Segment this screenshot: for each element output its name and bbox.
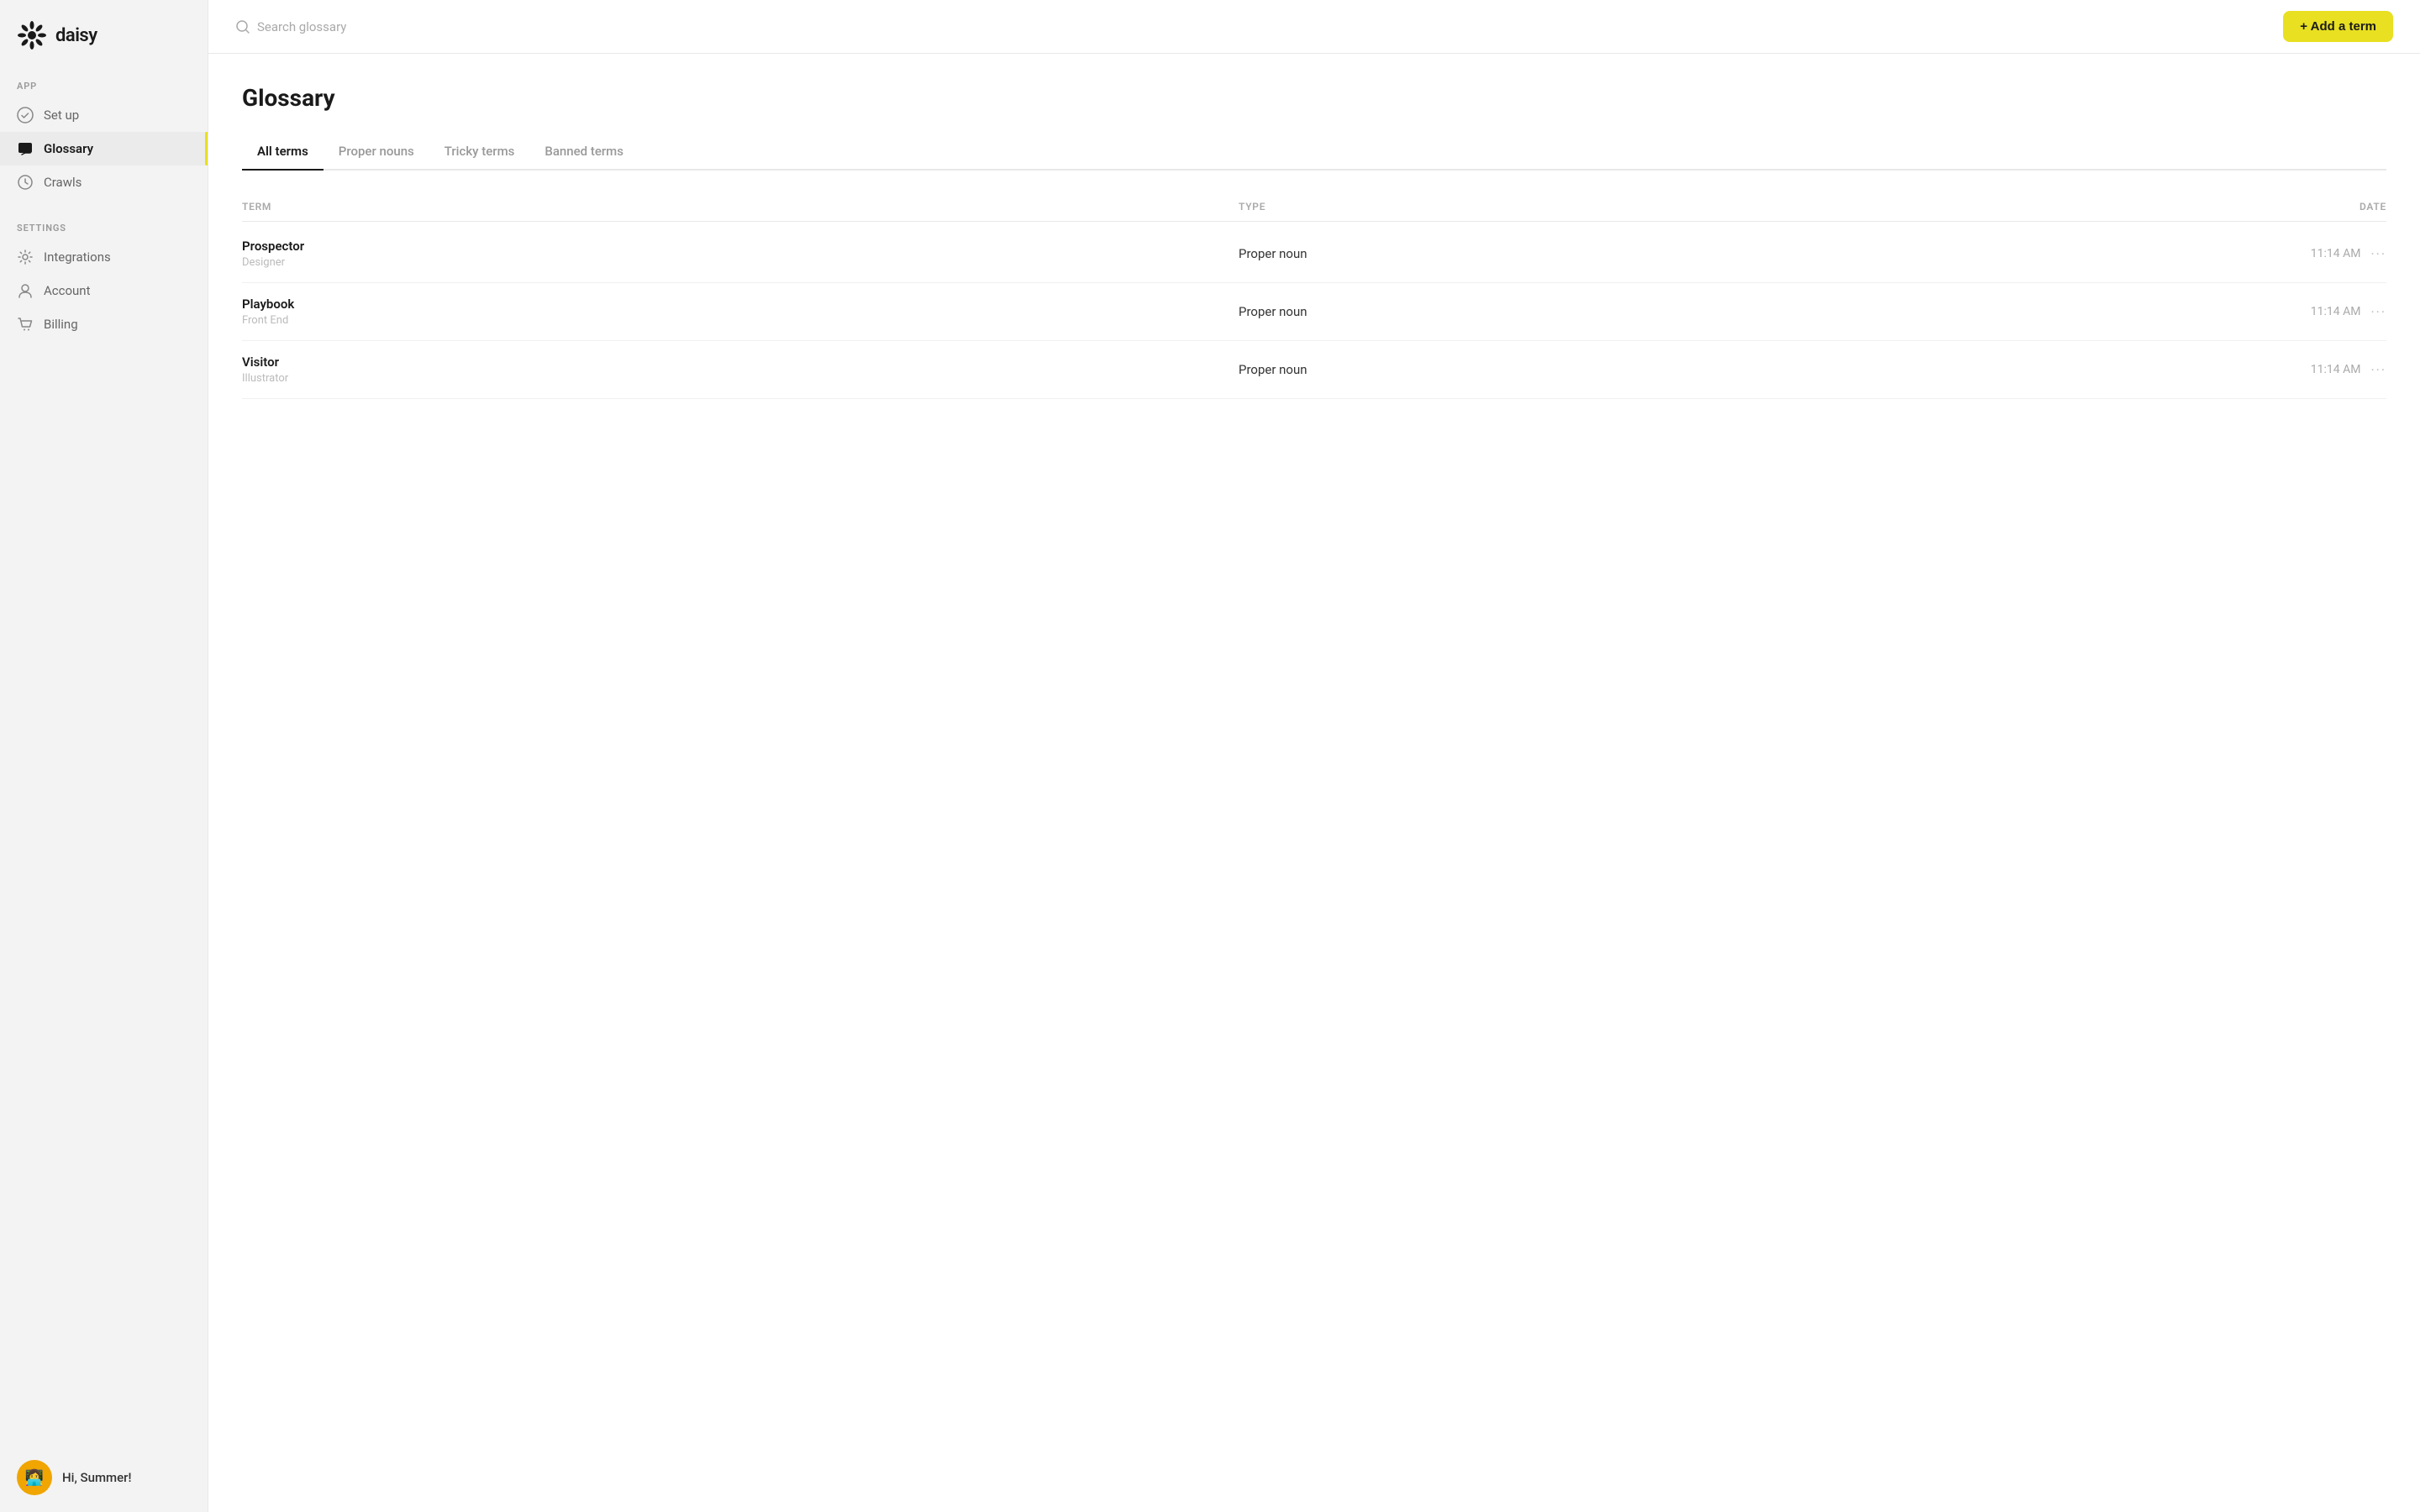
term-cell: Visitor Illustrator xyxy=(242,354,1239,385)
sidebar-item-account[interactable]: Account xyxy=(0,274,208,307)
col-header-date: DATE xyxy=(2235,201,2386,213)
table-row: Visitor Illustrator Proper noun 11:14 AM… xyxy=(242,341,2386,399)
sidebar-item-glossary[interactable]: Glossary xyxy=(0,132,208,165)
term-date: 11:14 AM xyxy=(2311,247,2361,260)
term-cell: Prospector Designer xyxy=(242,239,1239,269)
page-content: Glossary All terms Proper nouns Tricky t… xyxy=(208,54,2420,1512)
sidebar-item-label-account: Account xyxy=(44,283,91,298)
add-term-button[interactable]: + Add a term xyxy=(2283,11,2393,42)
sidebar-item-label-integrations: Integrations xyxy=(44,249,111,265)
topbar: Search glossary + Add a term xyxy=(208,0,2420,54)
table-body: Prospector Designer Proper noun 11:14 AM… xyxy=(242,225,2386,399)
more-options-icon[interactable]: ··· xyxy=(2370,246,2386,262)
settings-section-label: SETTINGS xyxy=(0,209,208,240)
daisy-logo-icon xyxy=(17,20,47,50)
app-section-label: APP xyxy=(0,67,208,98)
search-icon xyxy=(235,19,250,34)
sidebar-item-crawls[interactable]: Crawls xyxy=(0,165,208,199)
more-options-icon[interactable]: ··· xyxy=(2370,304,2386,320)
user-profile: 👩‍💻 Hi, Summer! xyxy=(0,1443,208,1512)
more-options-icon[interactable]: ··· xyxy=(2370,362,2386,378)
clock-icon xyxy=(17,174,34,191)
page-title: Glossary xyxy=(242,84,2386,112)
term-date-cell: 11:14 AM ··· xyxy=(2235,304,2386,320)
term-name: Visitor xyxy=(242,354,1239,370)
term-type: Proper noun xyxy=(1239,304,2235,319)
logo-text: daisy xyxy=(55,25,97,46)
sidebar-item-setup[interactable]: Set up xyxy=(0,98,208,132)
tab-tricky-terms[interactable]: Tricky terms xyxy=(429,135,530,171)
user-greeting: Hi, Summer! xyxy=(62,1470,131,1485)
tab-banned-terms[interactable]: Banned terms xyxy=(529,135,639,171)
term-date-cell: 11:14 AM ··· xyxy=(2235,362,2386,378)
term-type: Proper noun xyxy=(1239,362,2235,377)
sidebar-item-label-billing: Billing xyxy=(44,317,78,332)
term-subtitle: Front End xyxy=(242,314,1239,327)
table-row: Prospector Designer Proper noun 11:14 AM… xyxy=(242,225,2386,283)
term-type: Proper noun xyxy=(1239,246,2235,261)
term-subtitle: Illustrator xyxy=(242,372,1239,385)
sidebar-item-label-setup: Set up xyxy=(44,108,79,123)
sidebar-item-label-crawls: Crawls xyxy=(44,175,82,190)
sidebar-item-label-glossary: Glossary xyxy=(44,141,93,156)
term-cell: Playbook Front End xyxy=(242,297,1239,327)
sidebar-item-billing[interactable]: Billing xyxy=(0,307,208,341)
term-date: 11:14 AM xyxy=(2311,305,2361,318)
table-header: TERM TYPE DATE xyxy=(242,194,2386,222)
term-date: 11:14 AM xyxy=(2311,363,2361,376)
col-header-type: TYPE xyxy=(1239,201,2235,213)
gear-icon xyxy=(17,249,34,265)
tab-proper-nouns[interactable]: Proper nouns xyxy=(324,135,429,171)
search-placeholder: Search glossary xyxy=(257,19,346,34)
term-name: Prospector xyxy=(242,239,1239,254)
sidebar: daisy APP Set up Glossary Cra xyxy=(0,0,208,1512)
chat-icon xyxy=(17,140,34,157)
avatar: 👩‍💻 xyxy=(17,1460,52,1495)
check-circle-icon xyxy=(17,107,34,123)
avatar-emoji: 👩‍💻 xyxy=(25,1469,44,1487)
main-area: Search glossary + Add a term Glossary Al… xyxy=(208,0,2420,1512)
cart-icon xyxy=(17,316,34,333)
term-name: Playbook xyxy=(242,297,1239,312)
table-row: Playbook Front End Proper noun 11:14 AM … xyxy=(242,283,2386,341)
tab-all-terms[interactable]: All terms xyxy=(242,135,324,171)
logo: daisy xyxy=(0,0,208,67)
search-bar[interactable]: Search glossary xyxy=(235,19,346,34)
person-icon xyxy=(17,282,34,299)
term-subtitle: Designer xyxy=(242,256,1239,269)
sidebar-item-integrations[interactable]: Integrations xyxy=(0,240,208,274)
tabs: All terms Proper nouns Tricky terms Bann… xyxy=(242,135,2386,171)
col-header-term: TERM xyxy=(242,201,1239,213)
term-date-cell: 11:14 AM ··· xyxy=(2235,246,2386,262)
